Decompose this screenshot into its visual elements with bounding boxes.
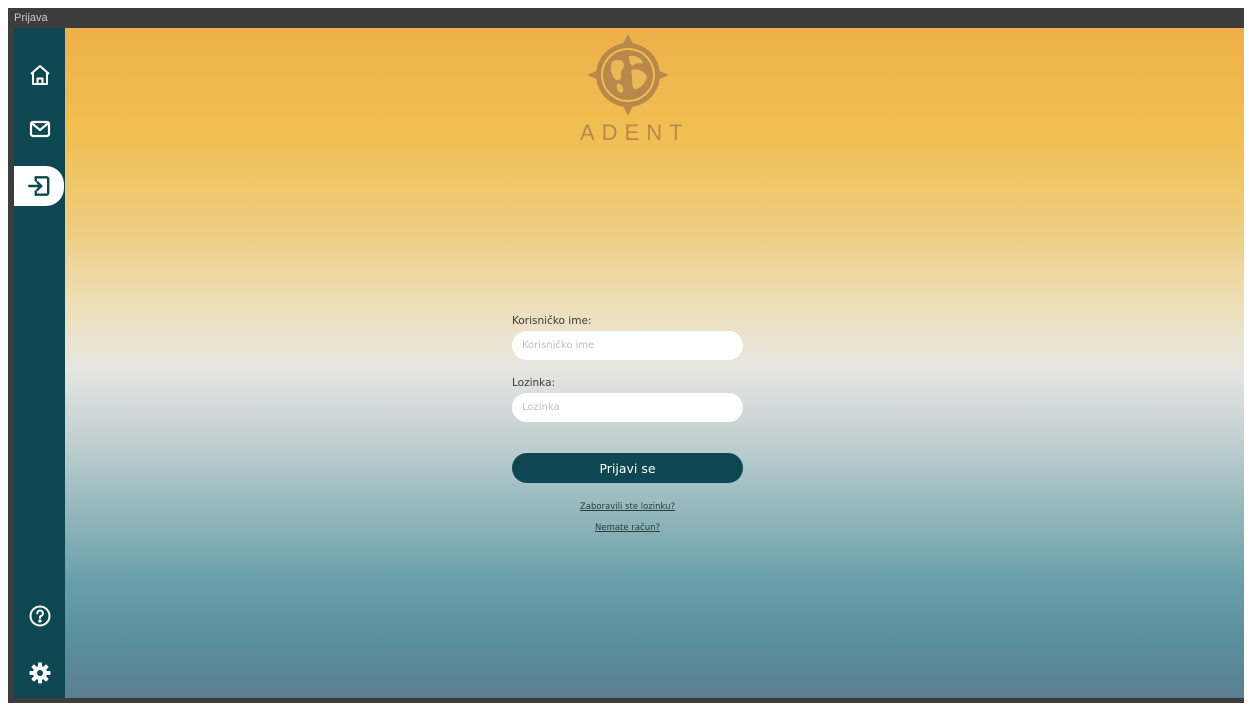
password-label: Lozinka: — [512, 377, 556, 389]
login-form: Korisničko ime: Lozinka: Prijavi se Zabo… — [512, 315, 743, 543]
compass-globe-icon — [587, 34, 669, 116]
window-title: Prijava — [14, 12, 48, 24]
login-icon — [28, 176, 50, 196]
adent-logo: ADENT — [573, 34, 683, 146]
help-icon — [29, 605, 50, 627]
username-label: Korisničko ime: — [512, 315, 592, 327]
form-links: Zaboravili ste lozinku? Nemate račun? — [512, 501, 743, 535]
login-page: ADENT Korisničko ime: Lozinka: Prijavi s… — [65, 28, 1244, 698]
sidebar — [14, 28, 65, 698]
logo-text: ADENT — [580, 120, 690, 145]
username-input[interactable] — [512, 331, 743, 360]
login-button[interactable]: Prijavi se — [512, 453, 743, 483]
sidebar-item-login[interactable] — [14, 166, 64, 206]
password-input[interactable] — [512, 393, 743, 422]
sidebar-item-home[interactable] — [14, 55, 65, 95]
sidebar-item-help[interactable] — [14, 596, 65, 636]
sidebar-item-messages[interactable] — [14, 109, 65, 149]
home-icon — [29, 65, 50, 85]
mail-icon — [29, 120, 50, 138]
sidebar-item-settings[interactable] — [14, 653, 65, 693]
app-window: Prijava ADENT Korisničko ime: Korisničko… — [8, 8, 1244, 703]
register-link[interactable]: Nemate račun? — [512, 522, 743, 535]
gear-icon — [29, 662, 50, 684]
forgot-password-link[interactable]: Zaboravili ste lozinku? — [512, 501, 743, 514]
